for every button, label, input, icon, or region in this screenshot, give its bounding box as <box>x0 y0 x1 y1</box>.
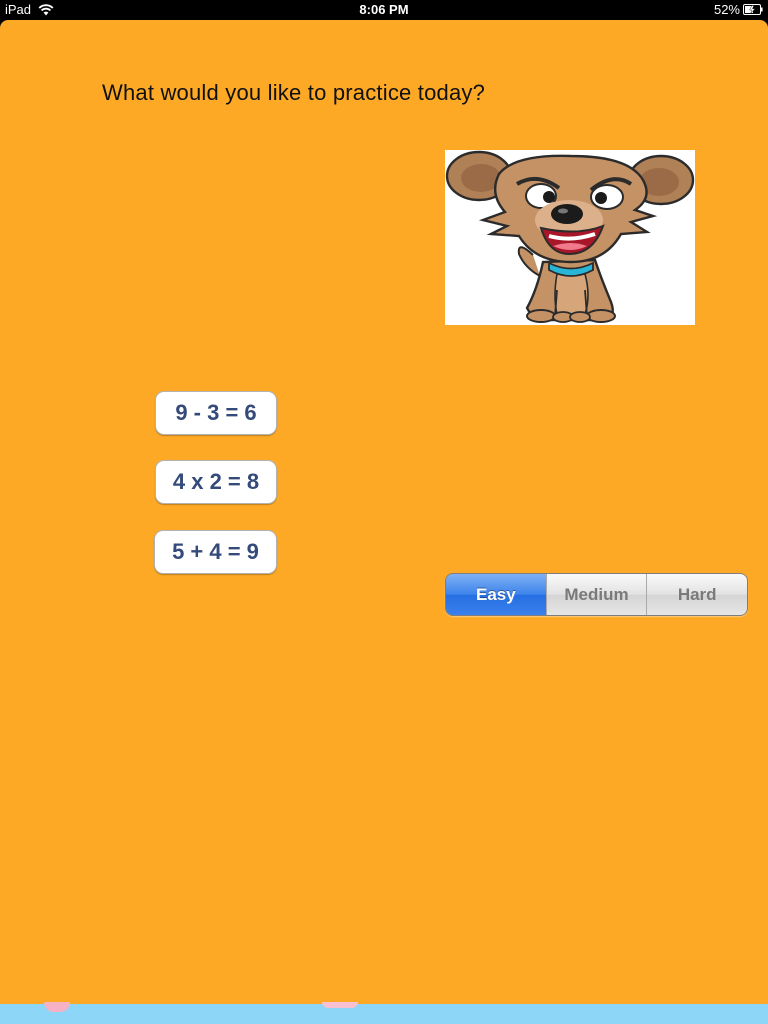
difficulty-hard-segment[interactable]: Hard <box>646 574 747 615</box>
app-content: What would you like to practice today? 9… <box>0 20 768 1004</box>
status-time: 8:06 PM <box>359 2 409 17</box>
prompt-heading: What would you like to practice today? <box>102 80 486 105</box>
difficulty-easy-segment[interactable]: Easy <box>446 574 546 615</box>
difficulty-segmented-control: Easy Medium Hard <box>445 573 748 616</box>
status-bar: iPad 8:06 PM 52% <box>0 0 768 20</box>
multiplication-button[interactable]: 4 x 2 = 8 <box>155 460 277 504</box>
cartoon-dog-image <box>445 150 695 325</box>
screen: iPad 8:06 PM 52% What would you like to … <box>0 0 768 1024</box>
addition-button[interactable]: 5 + 4 = 9 <box>154 530 277 574</box>
pink-decoration <box>322 1002 358 1008</box>
pink-decoration <box>44 1002 70 1012</box>
bottom-decorative-strip <box>0 1002 768 1024</box>
battery-percent: 52% <box>713 2 740 17</box>
battery-icon <box>743 4 763 15</box>
difficulty-medium-segment[interactable]: Medium <box>545 574 647 615</box>
dog-illustration <box>445 150 695 323</box>
subtraction-button[interactable]: 9 - 3 = 6 <box>155 391 277 435</box>
